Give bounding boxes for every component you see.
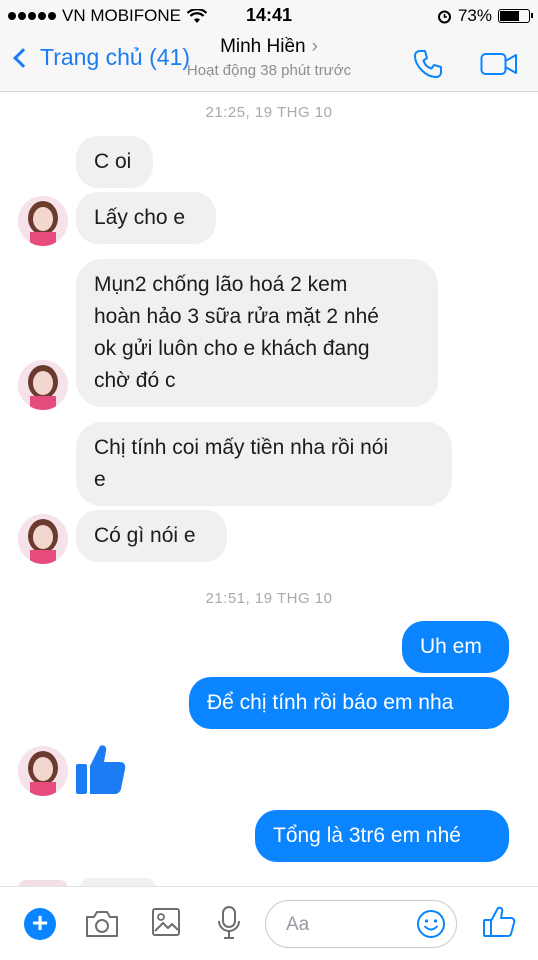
thumbs-up-sticker-icon: [76, 745, 126, 794]
message-line: Chị tính coi mấy tiền nha rồi nói: [94, 436, 389, 459]
call-actions: [412, 48, 518, 80]
message-text: Để chị tính rồi báo em nha: [207, 691, 454, 714]
message-line: Mụn2 chống lão hoá 2 kem: [94, 273, 348, 296]
message-line: chờ đó c: [94, 369, 176, 392]
phone-icon[interactable]: [412, 48, 444, 80]
contact-name: Minh Hiền: [220, 36, 306, 57]
message-input[interactable]: Aa: [265, 900, 457, 948]
message-text: Tổng là 3tr6 em nhé: [273, 824, 461, 847]
message-text: Uh em: [420, 635, 482, 658]
avatar[interactable]: [18, 514, 68, 564]
message-line: ok gửi luôn cho e khách đang: [94, 337, 370, 360]
status-right: 73%: [437, 6, 533, 26]
avatar[interactable]: [18, 196, 68, 246]
incoming-message[interactable]: C oi: [76, 136, 153, 188]
message-text: C oi: [94, 150, 132, 173]
incoming-message[interactable]: Mụn2 chống lão hoá 2 kem hoàn hảo 3 sữa …: [76, 259, 438, 407]
incoming-message[interactable]: Có gì nói e: [76, 510, 227, 562]
timestamp: 21:25, 19 THG 10: [205, 104, 333, 121]
timestamp: 21:51, 19 THG 10: [205, 590, 333, 607]
image-icon[interactable]: [151, 907, 181, 937]
battery-percent: 73%: [457, 6, 492, 25]
plus-icon[interactable]: +: [24, 908, 56, 940]
avatar[interactable]: [18, 360, 68, 410]
outgoing-message[interactable]: Tổng là 3tr6 em nhé: [255, 810, 509, 862]
microphone-icon[interactable]: [216, 905, 242, 941]
avatar[interactable]: [18, 746, 68, 796]
message-composer: + Aa: [0, 886, 538, 960]
message-input-placeholder: Aa: [286, 914, 310, 935]
incoming-message[interactable]: Lấy cho e: [76, 192, 216, 244]
message-text: Có gì nói e: [94, 524, 196, 547]
message-line: e: [94, 468, 106, 491]
video-camera-icon[interactable]: [480, 51, 518, 77]
message-line: hoàn hảo 3 sữa rửa mặt 2 nhé: [94, 305, 379, 328]
battery-icon: [498, 9, 533, 23]
battery-fill: [500, 11, 519, 21]
status-bar: VN MOBIFONE 14:41 73%: [0, 0, 538, 30]
emoji-icon[interactable]: [416, 909, 446, 939]
conversation-header: Trang chủ (41) Minh Hiền › Hoạt động 38 p…: [0, 30, 538, 92]
message-text: Lấy cho e: [94, 206, 186, 229]
like-icon[interactable]: [482, 905, 516, 939]
outgoing-message[interactable]: Để chị tính rồi báo em nha: [189, 677, 509, 729]
chevron-right-icon: ›: [311, 36, 318, 57]
camera-icon[interactable]: [84, 909, 120, 939]
incoming-message[interactable]: Chị tính coi mấy tiền nha rồi nói e: [76, 422, 452, 506]
outgoing-message[interactable]: Uh em: [402, 621, 509, 673]
alarm-icon: [437, 10, 451, 23]
